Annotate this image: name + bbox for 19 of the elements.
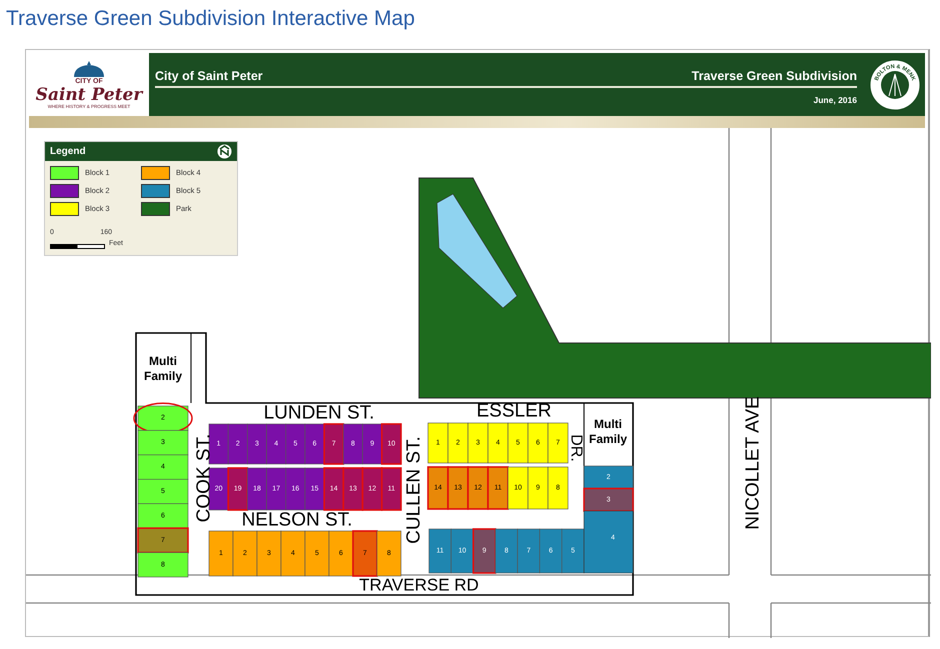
street-label: DR. [568,434,584,462]
logo-text: Saint Peter [36,86,142,104]
street-label: CULLEN ST. [404,436,424,544]
street-label: COOK ST. [194,434,214,522]
street-label: LUNDEN ST. [264,402,374,424]
scale-bar [50,244,105,249]
dome-icon [72,60,106,78]
map-date: June, 2016 [814,94,857,107]
street-label: NELSON ST. [242,510,352,530]
street-label: ESSLER [476,400,552,422]
street-label: NICOLLET AVE [742,396,764,530]
area-label: Multi Family [144,354,182,383]
area-label: Multi Family [589,417,627,446]
city-title: City of Saint Peter [155,69,263,84]
subdivision-title: Traverse Green Subdivision [692,69,857,84]
firm-logo-emblem [870,59,920,110]
legend-title: Legend [50,145,86,159]
street-label: TRAVERSE RD [359,576,479,594]
page-title: Traverse Green Subdivision Interactive Map [6,6,415,32]
